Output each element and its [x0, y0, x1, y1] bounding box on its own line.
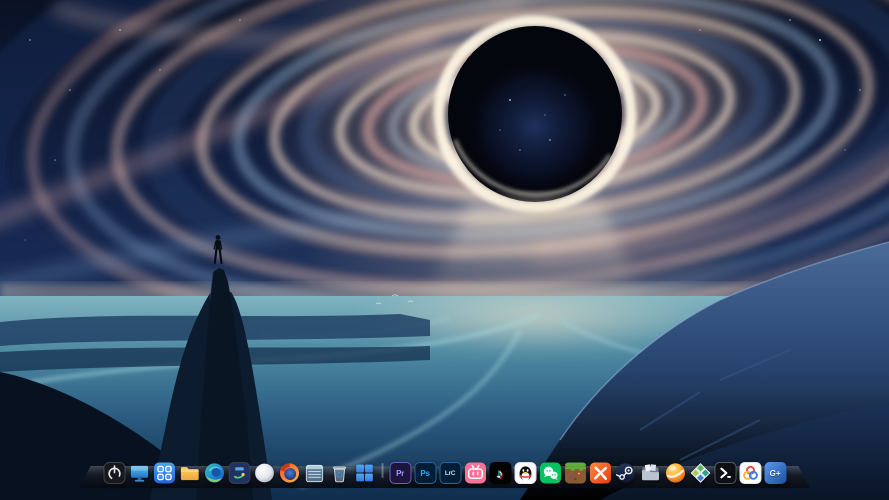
g-plus-label: G+: [769, 468, 781, 478]
lightroom-classic-icon[interactable]: LrC: [439, 462, 461, 484]
photoshop-label: Ps: [420, 468, 430, 478]
premiere-icon[interactable]: Pr: [389, 462, 411, 484]
documents-folder-icon[interactable]: [639, 462, 661, 484]
wechat-icon[interactable]: [539, 462, 561, 484]
photoshop-icon[interactable]: Ps: [414, 462, 436, 484]
bilibili-icon[interactable]: [464, 462, 486, 484]
dock-separator: [381, 463, 383, 478]
qq-icon[interactable]: [514, 462, 536, 484]
this-pc-icon[interactable]: [128, 462, 150, 484]
dock-row: ♻ Pr Ps LrC ♪ G+: [95, 462, 794, 488]
douyin-icon[interactable]: ♪: [489, 462, 511, 484]
file-explorer-icon[interactable]: [178, 462, 200, 484]
black-hole: [448, 26, 622, 202]
g-plus-icon[interactable]: G+: [764, 462, 786, 484]
firefox-icon[interactable]: [278, 462, 300, 484]
orange-utility-icon[interactable]: [589, 462, 611, 484]
windows-icon[interactable]: [353, 462, 375, 484]
wallpaper: [0, 0, 889, 500]
diamond-tiles-icon[interactable]: [689, 462, 711, 484]
lightroom-label: LrC: [444, 469, 456, 477]
power-icon[interactable]: [103, 462, 125, 484]
media-player-icon[interactable]: [228, 462, 250, 484]
premiere-label: Pr: [396, 468, 404, 478]
dev-terminal-icon[interactable]: [714, 462, 736, 484]
dock: ♻ Pr Ps LrC ♪ G+: [79, 462, 810, 488]
recycle-bin-icon[interactable]: ♻: [328, 462, 350, 484]
edge-browser-icon[interactable]: [203, 462, 225, 484]
pixel-game-icon[interactable]: [564, 462, 586, 484]
tri-circles-icon[interactable]: [739, 462, 761, 484]
white-sphere-icon[interactable]: [253, 462, 275, 484]
launcher-icon[interactable]: [153, 462, 175, 484]
cabinet-icon[interactable]: [303, 462, 325, 484]
douyin-note-glyph: ♪: [496, 465, 504, 481]
orange-sphere-icon[interactable]: [664, 462, 686, 484]
svg-text:♻: ♻: [335, 471, 343, 481]
desktop: ♻ Pr Ps LrC ♪ G+: [0, 0, 889, 500]
steam-icon[interactable]: [614, 462, 636, 484]
